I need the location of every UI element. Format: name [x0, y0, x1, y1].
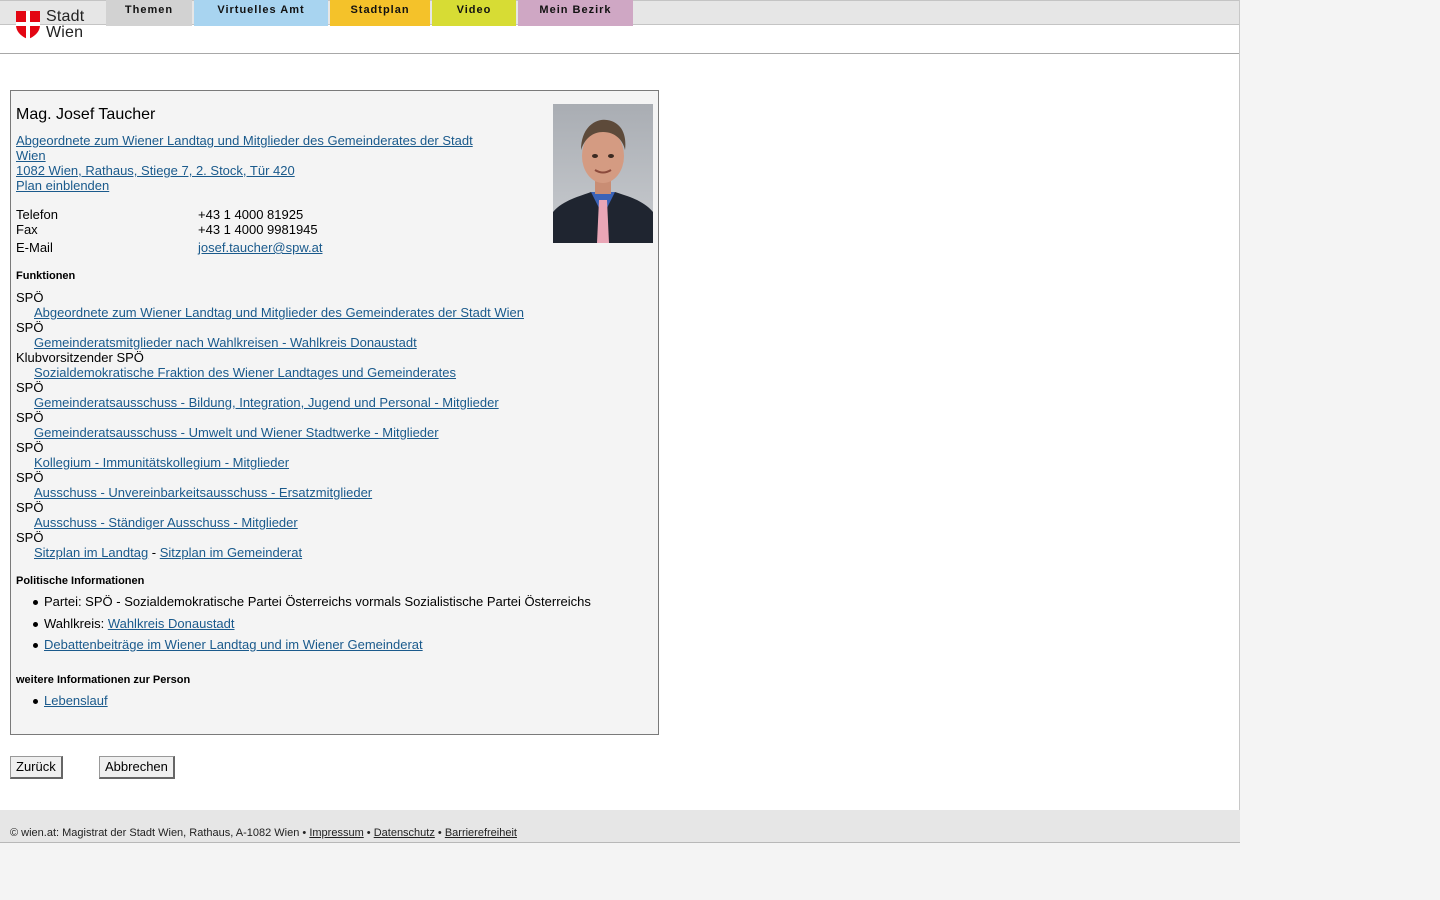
function-link[interactable]: Abgeordnete zum Wiener Landtag und Mitgl…	[34, 305, 524, 320]
tab-virtuelles-amt[interactable]: Virtuelles Amt	[194, 0, 328, 26]
function-party: SPÖ	[16, 530, 44, 545]
debates-link[interactable]: Debattenbeiträge im Wiener Landtag und i…	[44, 637, 423, 652]
footer-separator: •	[299, 827, 310, 839]
function-link[interactable]: Gemeinderatsausschuss - Umwelt und Wiene…	[34, 425, 439, 440]
tab-video[interactable]: Video	[432, 0, 516, 26]
role-link-line-2[interactable]: Wien	[16, 148, 46, 163]
email-link[interactable]: josef.taucher@spw.at	[198, 240, 322, 255]
phone-label: Telefon	[16, 207, 58, 222]
address-link[interactable]: 1082 Wien, Rathaus, Stiege 7, 2. Stock, …	[16, 163, 295, 178]
function-link[interactable]: Kollegium - Immunitätskollegium - Mitgli…	[34, 455, 289, 470]
fax-value: +43 1 4000 9981945	[198, 222, 318, 237]
seat-plan-landtag-link[interactable]: Sitzplan im Landtag	[34, 545, 148, 560]
logo-wordmark: Stadt Wien	[46, 9, 84, 41]
party-item: Partei: SPÖ - Sozialdemokratische Partei…	[11, 594, 591, 609]
more-info-list: Lebenslauf	[11, 693, 108, 708]
back-button[interactable]: Zurück	[10, 756, 63, 779]
impressum-link[interactable]: Impressum	[309, 827, 363, 839]
role-link-line-1[interactable]: Abgeordnete zum Wiener Landtag und Mitgl…	[16, 133, 473, 148]
political-info-heading: Politische Informationen	[16, 575, 145, 587]
functions-heading: Funktionen	[16, 270, 76, 282]
cv-link[interactable]: Lebenslauf	[44, 693, 108, 708]
page: Stadt Wien Themen Virtuelles Amt Stadtpl…	[0, 0, 1240, 810]
party-text: Partei: SPÖ - Sozialdemokratische Partei…	[44, 594, 591, 609]
function-party: SPÖ	[16, 500, 44, 515]
privacy-link[interactable]: Datenschutz	[374, 827, 435, 839]
footer-separator: •	[363, 827, 374, 839]
function-party: Klubvorsitzender SPÖ	[16, 350, 144, 365]
function-party: SPÖ	[16, 470, 44, 485]
function-party: SPÖ	[16, 380, 44, 395]
district-link[interactable]: Wahlkreis Donaustadt	[108, 616, 235, 631]
function-party: SPÖ	[16, 440, 44, 455]
portrait-image	[553, 104, 653, 243]
show-map-link[interactable]: Plan einblenden	[16, 178, 109, 193]
person-card: Mag. Josef Taucher Abgeordnete zum Wiene…	[10, 90, 659, 735]
district-label: Wahlkreis:	[44, 616, 108, 631]
seat-plan-gemeinderat-link[interactable]: Sitzplan im Gemeinderat	[160, 545, 302, 560]
debates-item: Debattenbeiträge im Wiener Landtag und i…	[11, 637, 591, 652]
logo-line-2: Wien	[46, 24, 84, 41]
more-info-heading: weitere Informationen zur Person	[16, 674, 191, 686]
email-label: E-Mail	[16, 240, 53, 255]
district-item: Wahlkreis: Wahlkreis Donaustadt	[11, 616, 591, 631]
cv-item: Lebenslauf	[11, 693, 108, 708]
tab-stadtplan[interactable]: Stadtplan	[330, 0, 430, 26]
tab-themen[interactable]: Themen	[106, 0, 192, 26]
function-party: SPÖ	[16, 320, 44, 335]
stadt-wien-logo[interactable]: Stadt Wien	[16, 9, 96, 43]
site-header: Stadt Wien Themen Virtuelles Amt Stadtpl…	[0, 0, 1239, 54]
wien-shield-icon	[16, 11, 40, 39]
cancel-button[interactable]: Abbrechen	[99, 756, 175, 779]
function-link[interactable]: Ausschuss - Ständiger Ausschuss - Mitgli…	[34, 515, 298, 530]
political-info-list: Partei: SPÖ - Sozialdemokratische Partei…	[11, 594, 591, 652]
function-link[interactable]: Gemeinderatsausschuss - Bildung, Integra…	[34, 395, 499, 410]
person-name: Mag. Josef Taucher	[16, 106, 156, 123]
footer-copyright: © wien.at: Magistrat der Stadt Wien, Rat…	[10, 827, 300, 839]
seat-plan-links: Sitzplan im Landtag - Sitzplan im Gemein…	[34, 545, 302, 560]
fax-label: Fax	[16, 222, 38, 237]
footer-separator: •	[434, 827, 445, 839]
main-navigation: Themen Virtuelles Amt Stadtplan Video Me…	[106, 0, 635, 26]
logo-line-1: Stadt	[46, 8, 85, 25]
function-party: SPÖ	[16, 410, 44, 425]
site-footer: © wien.at: Magistrat der Stadt Wien, Rat…	[0, 810, 1240, 843]
phone-value: +43 1 4000 81925	[198, 207, 304, 222]
footer-text: © wien.at: Magistrat der Stadt Wien, Rat…	[10, 827, 517, 840]
function-link[interactable]: Sozialdemokratische Fraktion des Wiener …	[34, 365, 456, 380]
function-link[interactable]: Gemeinderatsmitglieder nach Wahlkreisen …	[34, 335, 417, 350]
person-photo	[553, 104, 653, 243]
accessibility-link[interactable]: Barrierefreiheit	[445, 827, 517, 839]
tab-mein-bezirk[interactable]: Mein Bezirk	[518, 0, 633, 26]
function-party: SPÖ	[16, 290, 44, 305]
function-link[interactable]: Ausschuss - Unvereinbarkeitsausschuss - …	[34, 485, 372, 500]
seat-plan-separator: -	[148, 545, 160, 560]
